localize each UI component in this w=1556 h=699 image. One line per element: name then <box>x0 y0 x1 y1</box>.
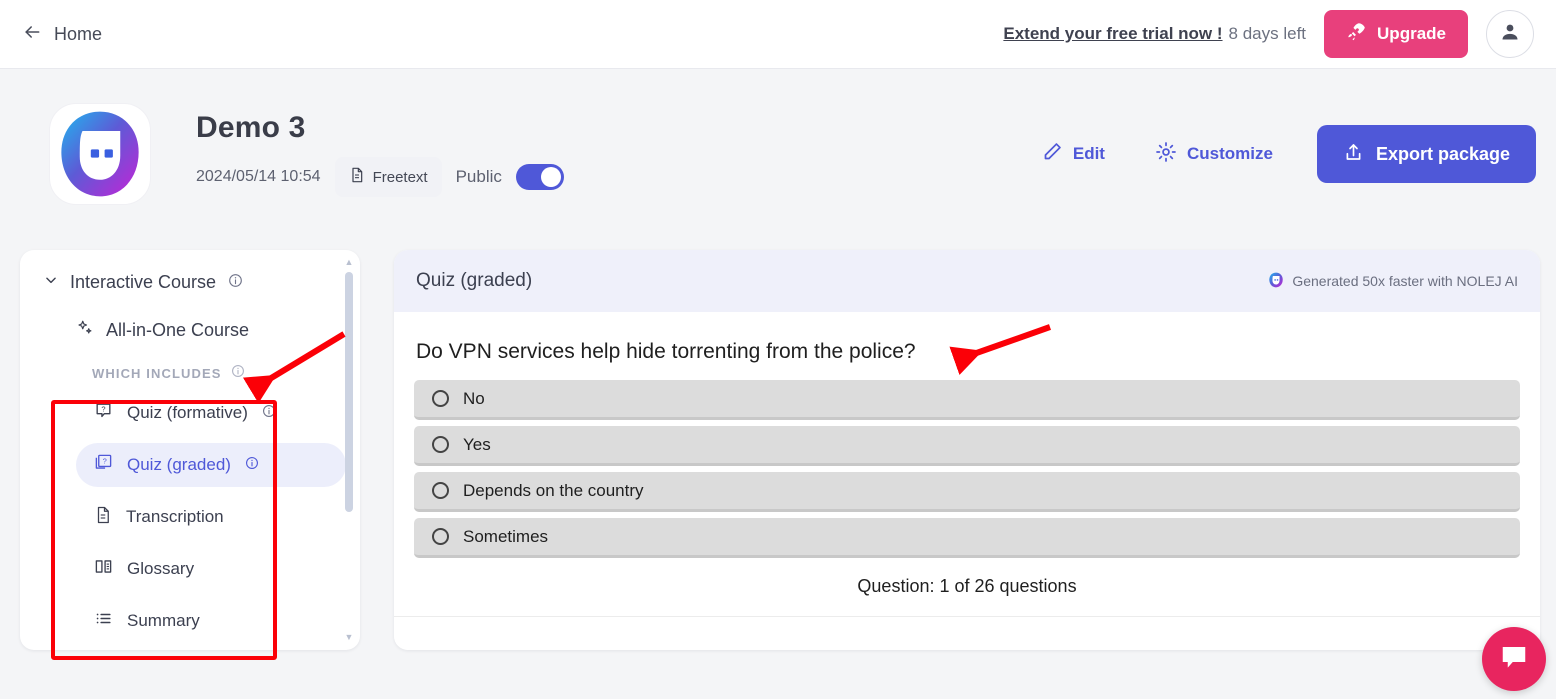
which-includes-header: WHICH INCLUDES <box>20 364 360 383</box>
answer-option-label: No <box>463 388 485 408</box>
trial-notice: Extend your free trial now ! 8 days left <box>1003 24 1306 44</box>
nolej-logo-icon <box>50 104 150 204</box>
document-header: Demo 3 2024/05/14 10:54 Freetext Public <box>0 69 1556 239</box>
chevron-down-icon <box>44 273 58 292</box>
quiz-stack-icon: ? <box>94 453 113 477</box>
sidebar-item-summary[interactable]: Summary <box>76 599 346 643</box>
info-icon[interactable] <box>231 364 245 383</box>
answer-option-label: Sometimes <box>463 526 549 546</box>
which-includes-label: WHICH INCLUDES <box>92 366 222 381</box>
quiz-panel-title: Quiz (graded) <box>416 270 533 291</box>
customize-label: Customize <box>1186 144 1273 163</box>
upgrade-button[interactable]: Upgrade <box>1324 10 1468 58</box>
export-label: Export package <box>1375 143 1510 164</box>
quiz-bubble-icon: ? <box>94 401 113 425</box>
upgrade-label: Upgrade <box>1377 24 1446 43</box>
h5p-footer: H5P <box>394 616 1540 650</box>
document-date: 2024/05/14 10:54 <box>196 168 321 185</box>
page-title: Demo 3 <box>196 111 306 144</box>
answer-option-label: Depends on the country <box>463 480 644 500</box>
sidebar-scrollbar[interactable]: ▲ ▼ <box>344 258 354 642</box>
sidebar-item-transcription[interactable]: Transcription <box>76 495 346 539</box>
edit-button[interactable]: Edit <box>1036 140 1111 168</box>
sidebar-item-all-in-one-course[interactable]: All-in-One Course <box>20 319 360 342</box>
sidebar-item-label: Glossary <box>127 559 195 578</box>
radio-icon <box>432 436 449 453</box>
sidebar-item-quiz-graded[interactable]: ? Quiz (graded) <box>76 443 346 487</box>
generated-badge: Generated 50x faster with NOLEJ AI <box>1268 272 1518 291</box>
answer-option[interactable]: No <box>414 380 1520 420</box>
rocket-icon <box>1346 21 1367 47</box>
answer-option[interactable]: Sometimes <box>414 518 1520 558</box>
visibility-label: Public <box>455 167 502 186</box>
scroll-down-arrow-icon[interactable]: ▼ <box>344 633 354 642</box>
document-logo <box>20 100 180 208</box>
content-type-label: Freetext <box>372 168 428 186</box>
open-book-icon <box>94 557 113 581</box>
sidebar-section-interactive-course[interactable]: Interactive Course <box>20 250 360 293</box>
generated-text: Generated 50x faster with NOLEJ AI <box>1292 273 1518 289</box>
all-in-one-course-label: All-in-One Course <box>106 320 250 340</box>
quiz-question-block: Do VPN services help hide torrenting fro… <box>414 330 1520 616</box>
document-icon <box>349 166 365 188</box>
home-back-link[interactable]: Home <box>22 22 102 47</box>
answer-option[interactable]: Yes <box>414 426 1520 466</box>
content-type-chip[interactable]: Freetext <box>334 157 442 197</box>
top-bar: Home Extend your free trial now ! 8 days… <box>0 0 1556 69</box>
sidebar-item-label: Transcription <box>126 507 224 526</box>
sidebar-section-label: Interactive Course <box>70 272 217 292</box>
radio-icon <box>432 390 449 407</box>
sidebar-item-label: Quiz (formative) <box>127 403 248 422</box>
info-icon[interactable] <box>228 273 243 293</box>
svg-text:?: ? <box>103 457 107 466</box>
question-text: Do VPN services help hide torrenting fro… <box>416 340 916 363</box>
document-meta-row: 2024/05/14 10:54 Freetext Public <box>196 157 564 197</box>
top-bar-actions: Extend your free trial now ! 8 days left… <box>1003 10 1534 58</box>
course-sidebar: Interactive Course All-in-One Course WHI… <box>20 250 360 650</box>
answer-option-label: Yes <box>463 434 491 454</box>
upload-icon <box>1343 141 1364 168</box>
sparkle-icon <box>76 319 94 342</box>
sidebar-item-label: Quiz (graded) <box>127 455 231 474</box>
radio-icon <box>432 482 449 499</box>
info-icon[interactable] <box>262 404 276 423</box>
document-icon <box>94 506 112 529</box>
nolej-logo-icon <box>1268 272 1284 291</box>
info-icon[interactable] <box>245 456 259 475</box>
svg-text:?: ? <box>101 405 105 414</box>
h5p-content-area: Do VPN services help hide torrenting fro… <box>394 312 1540 650</box>
answer-option[interactable]: Depends on the country <box>414 472 1520 512</box>
arrow-left-icon <box>22 22 42 47</box>
sidebar-item-label: Summary <box>127 611 200 630</box>
chat-bubble-icon <box>1499 642 1529 677</box>
quiz-panel: Quiz (graded) Generated 50x faster with … <box>394 250 1540 650</box>
account-avatar-button[interactable] <box>1486 10 1534 58</box>
home-label: Home <box>54 23 103 44</box>
question-counter: Question: 1 of 26 questions <box>857 576 1077 596</box>
user-avatar-icon <box>1498 20 1522 49</box>
customize-button[interactable]: Customize <box>1149 140 1279 169</box>
pencil-icon <box>1042 141 1063 167</box>
header-actions: Edit Customize Export package <box>1036 125 1536 183</box>
radio-icon <box>432 528 449 545</box>
document-title-block: Demo 3 2024/05/14 10:54 Freetext Public <box>196 111 564 197</box>
sidebar-item-quiz-formative[interactable]: ? Quiz (formative) <box>76 391 346 435</box>
export-package-button[interactable]: Export package <box>1316 125 1536 183</box>
edit-label: Edit <box>1072 144 1105 163</box>
gear-icon <box>1155 141 1177 168</box>
scroll-up-arrow-icon[interactable]: ▲ <box>344 258 354 267</box>
trial-days-left: 8 days left <box>1228 24 1307 43</box>
extend-trial-link[interactable]: Extend your free trial now ! <box>1003 24 1222 44</box>
chat-support-button[interactable] <box>1482 627 1546 691</box>
sidebar-scrollbar-thumb[interactable] <box>345 272 353 512</box>
sidebar-item-glossary[interactable]: Glossary <box>76 547 346 591</box>
visibility-toggle[interactable] <box>515 164 564 190</box>
list-icon <box>94 609 113 633</box>
quiz-panel-header: Quiz (graded) Generated 50x faster with … <box>394 250 1540 312</box>
